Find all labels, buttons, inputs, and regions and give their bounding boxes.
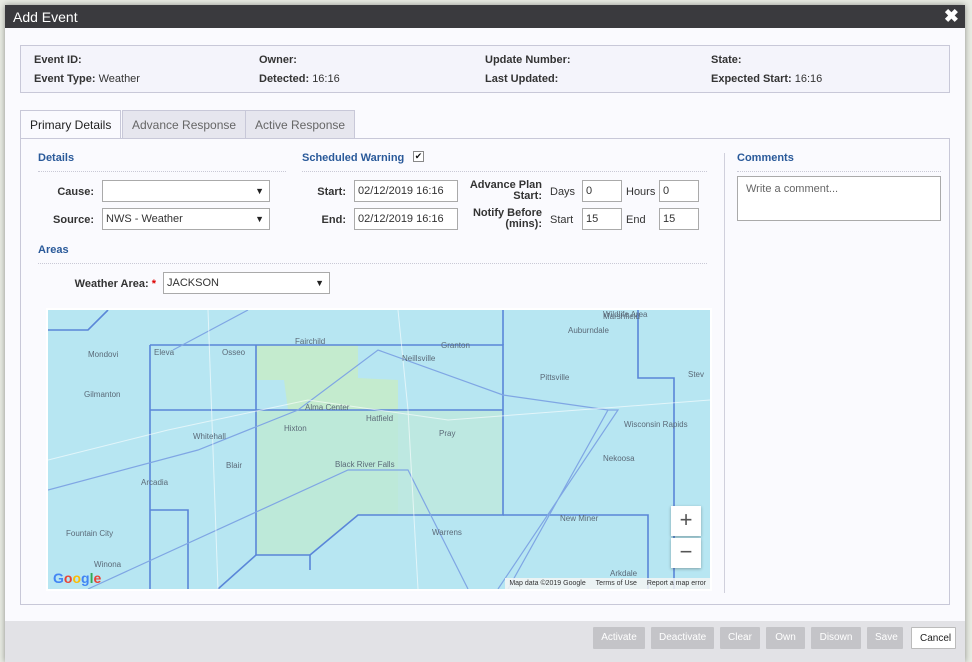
weather-area-map[interactable]: Marshfield Auburndale Wildlife Area Mond…: [46, 308, 712, 591]
details-heading: Details: [38, 152, 75, 164]
expected-start: Expected Start: 16:16: [711, 73, 823, 85]
warning-separator: [302, 171, 707, 172]
map-place: Stev: [688, 370, 705, 379]
map-place: Alma Center: [305, 403, 350, 412]
disown-button[interactable]: Disown: [811, 627, 861, 649]
map-attribution: Map data ©2019 Google Terms of Use Repor…: [505, 578, 710, 589]
map-place: Whitehall: [193, 432, 226, 441]
activate-button[interactable]: Activate: [593, 627, 645, 649]
map-place: Blair: [226, 461, 243, 470]
map-place: Arcadia: [141, 478, 169, 487]
weather-area-select[interactable]: JACKSON ▼: [163, 272, 330, 294]
event-info-panel: Event ID: Event Type: Weather Owner: Det…: [20, 45, 950, 93]
days-label: Days: [550, 186, 576, 198]
notify-start-input[interactable]: 15: [582, 208, 622, 230]
map-place: Winona: [94, 560, 122, 569]
map-place: New Miner: [560, 514, 599, 523]
notify-before-label: Notify Before (mins):: [472, 207, 542, 230]
map-place: Hatfield: [366, 414, 394, 423]
source-label: Source:: [53, 214, 94, 226]
county-boundaries: [48, 310, 710, 589]
map-place: Fairchild: [295, 337, 326, 346]
map-place: Pittsville: [540, 373, 570, 382]
weather-area-label: Weather Area: *: [74, 278, 156, 290]
areas-separator: [38, 263, 707, 264]
chevron-down-icon: ▼: [315, 278, 324, 288]
tab-primary-details[interactable]: Primary Details: [20, 110, 122, 140]
map-place: Warrens: [432, 528, 462, 537]
map-place: Auburndale: [568, 326, 609, 335]
map-place: Nekoosa: [603, 454, 635, 463]
areas-heading: Areas: [38, 244, 69, 256]
map-place: Arkdale: [610, 569, 638, 578]
map-data-credit: Map data ©2019 Google: [509, 580, 586, 587]
cancel-button[interactable]: Cancel: [911, 627, 956, 649]
chevron-down-icon: ▼: [255, 186, 264, 196]
days-input[interactable]: 0: [582, 180, 622, 202]
clear-button[interactable]: Clear: [720, 627, 760, 649]
google-logo: Google: [53, 570, 102, 586]
map-place: Granton: [441, 341, 470, 350]
primary-details-panel: Details Cause: ▼ Source: NWS - Weather ▼…: [20, 138, 950, 605]
update-number: Update Number:: [485, 54, 571, 66]
warning-end-input[interactable]: 02/12/2019 16:16: [354, 208, 458, 230]
tab-advance-response[interactable]: Advance Response: [122, 110, 247, 138]
advance-plan-start-label: Advance Plan Start:: [469, 179, 542, 202]
details-separator: [38, 171, 286, 172]
last-updated: Last Updated:: [485, 73, 559, 85]
zoom-out-button[interactable]: −: [671, 538, 701, 568]
cause-label: Cause:: [57, 186, 94, 198]
map-place: Osseo: [222, 348, 246, 357]
detected: Detected: 16:16: [259, 73, 340, 85]
hours-input[interactable]: 0: [659, 180, 699, 202]
event-id: Event ID:: [34, 54, 82, 66]
chevron-down-icon: ▼: [255, 214, 264, 224]
source-select-value: NWS - Weather: [106, 213, 183, 225]
notify-start-label: Start: [550, 214, 574, 226]
add-event-dialog: Add Event ✖ Event ID: Event Type: Weathe…: [5, 5, 965, 662]
owner: Owner:: [259, 54, 297, 66]
map-place: Wildlife Area: [603, 310, 648, 319]
map-place: Black River Falls: [335, 460, 395, 469]
dialog-titlebar: Add Event ✖: [5, 5, 965, 28]
map-place: Mondovi: [88, 350, 119, 359]
map-place: Neillsville: [402, 354, 436, 363]
state: State:: [711, 54, 742, 66]
scheduled-warning-heading: Scheduled Warning: [302, 152, 405, 164]
warning-start-input[interactable]: 02/12/2019 16:16: [354, 180, 458, 202]
comments-heading: Comments: [737, 152, 794, 164]
event-type: Event Type: Weather: [34, 73, 140, 85]
dialog-footer: Activate Deactivate Clear Own Disown Sav…: [5, 621, 965, 662]
notify-end-input[interactable]: 15: [659, 208, 699, 230]
own-button[interactable]: Own: [766, 627, 805, 649]
end-label: End:: [321, 214, 346, 226]
comment-textarea[interactable]: Write a comment...: [737, 176, 941, 221]
map-place: Hixton: [284, 424, 307, 433]
map-place: Gilmanton: [84, 390, 121, 399]
notify-end-label: End: [626, 214, 646, 226]
deactivate-button[interactable]: Deactivate: [651, 627, 714, 649]
report-map-error-link[interactable]: Report a map error: [647, 580, 706, 587]
map-place: Eleva: [154, 348, 175, 357]
hours-label: Hours: [626, 186, 656, 198]
start-label: Start:: [317, 186, 346, 198]
map-place: Wisconsin Rapids: [624, 420, 688, 429]
dialog-title: Add Event: [13, 9, 78, 25]
weather-area-value: JACKSON: [167, 277, 219, 289]
tab-active-response[interactable]: Active Response: [245, 110, 356, 138]
map-place: Pray: [439, 429, 456, 438]
scheduled-warning-checkbox[interactable]: ✔: [413, 151, 424, 162]
terms-of-use-link[interactable]: Terms of Use: [596, 580, 637, 587]
close-icon[interactable]: ✖: [944, 6, 959, 27]
zoom-in-button[interactable]: +: [671, 506, 701, 536]
comments-separator: [737, 171, 941, 172]
save-button[interactable]: Save: [867, 627, 903, 649]
map-place: Fountain City: [66, 529, 114, 538]
column-divider: [724, 153, 725, 593]
cause-select[interactable]: ▼: [102, 180, 270, 202]
source-select[interactable]: NWS - Weather ▼: [102, 208, 270, 230]
